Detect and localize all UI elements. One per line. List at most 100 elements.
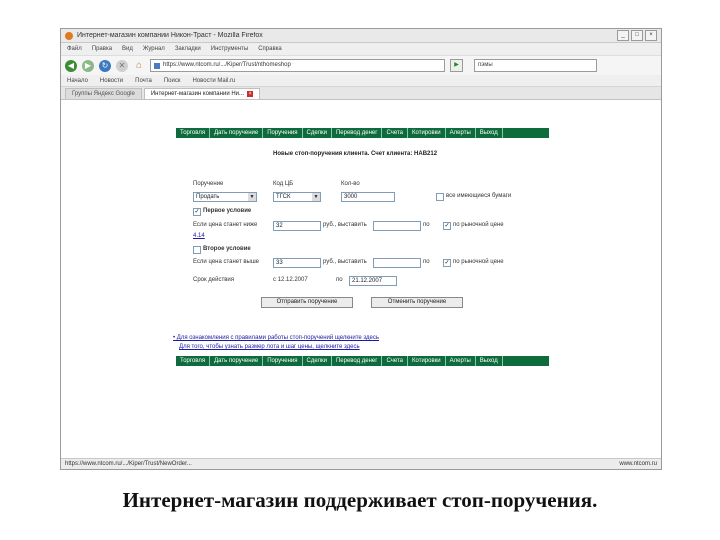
condition1-checkbox[interactable]: ✓	[193, 208, 201, 216]
menu-edit[interactable]: Правка	[92, 46, 112, 52]
menu-view[interactable]: Вид	[122, 46, 133, 52]
code-select-value: ТГСК	[276, 194, 291, 200]
menu-tools[interactable]: Инструменты	[211, 46, 248, 52]
menu-history[interactable]: Журнал	[143, 46, 165, 52]
bookmarks-toolbar: Начало Новости Почта Поиск Новости Mail.…	[61, 75, 661, 87]
condition1-tail-label: по	[423, 222, 430, 228]
condition2-price-input[interactable]: 33	[273, 258, 321, 268]
back-arrow-icon[interactable]: ◀	[65, 59, 77, 72]
tab-label: Интернет-магазин компании Ни...	[150, 91, 245, 97]
all-securities-checkbox[interactable]	[436, 193, 444, 201]
bookmark-item[interactable]: Новости	[100, 78, 123, 84]
nav-link-alerts[interactable]: Алерты	[446, 356, 476, 366]
condition2-limit-input[interactable]	[373, 258, 421, 268]
menu-bar: Файл Правка Вид Журнал Закладки Инструме…	[61, 43, 661, 55]
tab-search[interactable]: Группы Яндекс Google	[65, 88, 142, 99]
store-nav-bottom: Торговля Дать поручение Поручения Сделки…	[176, 356, 549, 366]
cancel-order-button[interactable]: Отменить поручение	[371, 297, 463, 308]
qty-label: Кол-во	[341, 181, 360, 187]
form-title: Новые стоп-поручения клиента. Счет клиен…	[273, 151, 438, 157]
bookmark-item[interactable]: Поиск	[164, 78, 181, 84]
code-select[interactable]: ТГСК ▼	[273, 192, 321, 202]
go-button[interactable]: ▶	[450, 59, 463, 72]
status-url: https://www.ntcom.ru/.../Kiper/Trust/New…	[65, 461, 192, 467]
condition1-limit-input[interactable]	[373, 221, 421, 231]
page-content: Торговля Дать поручение Поручения Сделки…	[61, 112, 661, 452]
site-favicon-icon	[154, 62, 160, 69]
menu-bookmarks[interactable]: Закладки	[175, 46, 201, 52]
navigation-toolbar: ◀ ▶ ↻ ✕ ⌂ https://www.ntcom.ru/.../Kiper…	[61, 55, 661, 75]
nav-link-give-order[interactable]: Дать поручение	[210, 128, 264, 138]
period-from: с 12.12.2007	[273, 277, 308, 283]
status-domain: www.ntcom.ru	[619, 461, 657, 467]
condition2-checkbox[interactable]	[193, 246, 201, 254]
close-tab-icon[interactable]: ×	[247, 91, 254, 97]
maximize-button[interactable]: □	[631, 30, 643, 41]
title-bar: Интернет-магазин компании Никон-Траст - …	[61, 29, 661, 43]
nav-link-deals[interactable]: Сделки	[303, 356, 332, 366]
reload-icon[interactable]: ↻	[99, 59, 111, 72]
minimize-button[interactable]: _	[617, 30, 629, 41]
condition1-unit-label: руб., выставить	[323, 222, 367, 228]
browser-window: Интернет-магазин компании Никон-Траст - …	[60, 28, 662, 470]
nav-link-alerts[interactable]: Алерты	[446, 128, 476, 138]
period-label: Срок действия	[193, 277, 235, 283]
nav-link-quotes[interactable]: Котировки	[408, 128, 446, 138]
nav-link-exit[interactable]: Выход	[476, 356, 503, 366]
slide-caption: Интернет-магазин поддерживает стоп-поруч…	[122, 488, 598, 512]
bookmark-item[interactable]: Почта	[135, 78, 152, 84]
bookmark-item[interactable]: Начало	[67, 78, 88, 84]
address-bar[interactable]: https://www.ntcom.ru/.../Kiper/Trust/nth…	[150, 59, 445, 72]
forward-arrow-icon[interactable]: ▶	[82, 59, 94, 72]
stop-icon[interactable]: ✕	[116, 59, 128, 72]
chevron-down-icon: ▼	[312, 193, 320, 201]
nav-link-trading[interactable]: Торговля	[176, 128, 211, 138]
action-select[interactable]: Продать ▼	[193, 192, 257, 202]
condition1-price-input[interactable]: 32	[273, 221, 321, 231]
submit-order-button[interactable]: Отправить поручение	[261, 297, 353, 308]
nav-link-accounts[interactable]: Счета	[382, 128, 409, 138]
menu-file[interactable]: Файл	[67, 46, 82, 52]
condition1-price-label: Если цена станет ниже	[193, 222, 258, 228]
nav-link-trading[interactable]: Торговля	[176, 356, 211, 366]
address-url: https://www.ntcom.ru/.../Kiper/Trust/nth…	[163, 62, 291, 68]
bookmark-item[interactable]: Новости Mail.ru	[192, 78, 235, 84]
tab-store[interactable]: Интернет-магазин компании Ни... ×	[143, 88, 261, 99]
condition2-label: Второе условие	[203, 246, 251, 252]
code-label: Код ЦБ	[273, 181, 294, 187]
nav-link-transfer[interactable]: Перевод денег	[332, 356, 383, 366]
nav-link-orders[interactable]: Поручения	[263, 128, 303, 138]
condition1-market-label: по рыночной цене	[453, 222, 504, 228]
help-lot-link[interactable]: Для того, чтобы узнать размер лота и шаг…	[179, 344, 360, 350]
home-icon[interactable]: ⌂	[133, 60, 145, 72]
store-nav-top: Торговля Дать поручение Поручения Сделки…	[176, 128, 549, 138]
action-select-value: Продать	[196, 194, 220, 200]
close-window-button[interactable]: ×	[645, 30, 657, 41]
help-rules-link[interactable]: • Для ознакомления с правилами работы ст…	[173, 335, 379, 341]
period-to-input[interactable]: 21.12.2007	[349, 276, 397, 286]
condition1-label: Первое условие	[203, 208, 252, 214]
menu-help[interactable]: Справка	[258, 46, 282, 52]
condition1-market-checkbox[interactable]: ✓	[443, 222, 451, 230]
condition2-unit-label: руб., выставить	[323, 259, 367, 265]
condition1-step-link[interactable]: 4.14	[193, 233, 205, 239]
nav-link-transfer[interactable]: Перевод денег	[332, 128, 383, 138]
condition2-price-label: Если цена станет выше	[193, 259, 260, 265]
action-label: Поручение	[193, 181, 224, 187]
nav-link-accounts[interactable]: Счета	[382, 356, 409, 366]
chevron-down-icon: ▼	[248, 193, 256, 201]
nav-link-exit[interactable]: Выход	[476, 128, 503, 138]
condition2-market-label: по рыночной цене	[453, 259, 504, 265]
window-title: Интернет-магазин компании Никон-Траст - …	[77, 32, 263, 39]
nav-link-orders[interactable]: Поручения	[263, 356, 303, 366]
search-input[interactable]: пэмы	[474, 59, 597, 72]
nav-link-quotes[interactable]: Котировки	[408, 356, 446, 366]
condition2-market-checkbox[interactable]: ✓	[443, 259, 451, 267]
nav-link-give-order[interactable]: Дать поручение	[210, 356, 264, 366]
nav-link-deals[interactable]: Сделки	[303, 128, 332, 138]
tab-bar: Группы Яндекс Google Интернет-магазин ко…	[61, 87, 661, 100]
tab-label: Группы Яндекс Google	[72, 91, 135, 97]
all-securities-label: все имеющиеся бумаги	[446, 193, 512, 199]
firefox-icon	[65, 31, 73, 40]
qty-input[interactable]: 3000	[341, 192, 395, 202]
